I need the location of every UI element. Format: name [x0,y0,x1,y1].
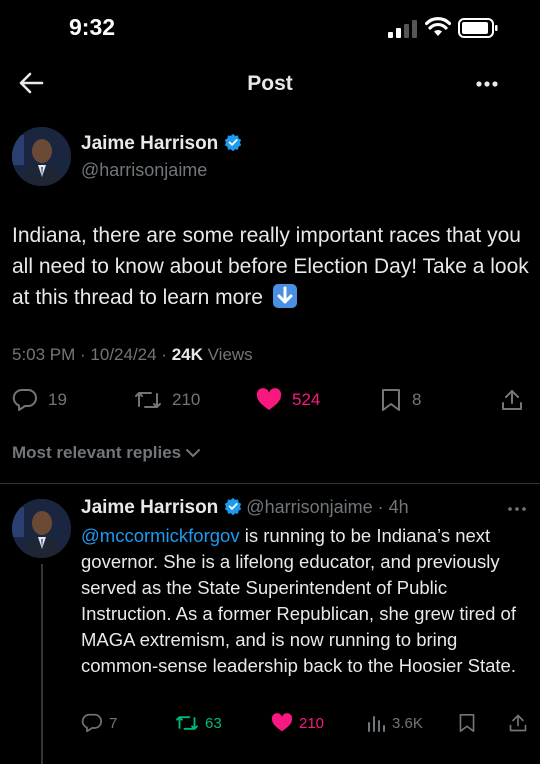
reply-age: 4h [388,497,409,517]
reply-icon [81,713,102,733]
replies-sort-label: Most relevant replies [12,443,182,462]
like-count: 524 [292,390,321,409]
heart-filled-icon [271,713,293,732]
reply-author-avatar[interactable] [12,499,71,558]
reply-repost-count: 63 [205,714,222,732]
author-handle[interactable]: @harrisonjaime [81,160,207,181]
share-button[interactable] [500,388,524,412]
repost-icon [176,716,198,730]
views-count: 24K [171,345,203,364]
reply-repost-button[interactable]: 63 [175,713,222,733]
verified-badge-icon [225,133,242,151]
replies-sort-dropdown[interactable]: Most relevant replies [12,443,201,463]
post-meta: 5:03 PM · 10/24/24 · 24K Views [12,345,253,364]
chevron-down-icon [186,449,201,457]
post-time: 5:03 PM [12,345,76,364]
repost-button[interactable]: 210 [134,388,200,412]
mention-link[interactable]: @mccormickforgov [81,525,240,546]
reply-bookmark-button[interactable] [458,713,476,733]
views-label: Views [207,345,253,364]
bookmark-count: 8 [412,390,422,409]
verified-badge-icon [225,497,242,515]
reply-author-name[interactable]: Jaime Harrison [81,497,218,518]
reply-like-button[interactable]: 210 [271,713,324,733]
share-icon [509,714,527,732]
post-body-text: Indiana, there are some really important… [12,224,529,309]
reply-icon [12,388,37,411]
reply-button[interactable]: 19 [12,388,67,412]
reply-share-button[interactable] [508,713,528,733]
thread-connector-line [41,564,43,764]
down-arrow-emoji-icon [272,284,297,308]
more-options-icon[interactable] [472,72,502,96]
bookmark-button[interactable]: 8 [380,388,421,412]
analytics-icon [368,716,385,732]
cellular-signal-icon [388,20,417,38]
reply-views-button[interactable]: 3.6K [366,713,423,733]
reply-more-options-icon[interactable] [505,502,529,516]
author-name[interactable]: Jaime Harrison [81,133,242,155]
reply-count: 19 [48,390,67,409]
reply-header: Jaime Harrison @harrisonjaime · 4h [81,497,409,518]
avatar-portrait-icon [12,127,71,186]
repost-count: 210 [172,390,201,409]
reply-reply-count: 7 [109,714,118,732]
reply-body-text: is running to be Indiana’s next governor… [81,525,516,676]
author-avatar[interactable] [12,127,71,186]
reply-reply-button[interactable]: 7 [81,713,117,733]
post-text: Indiana, there are some really important… [12,220,532,313]
wifi-icon [425,17,451,36]
page-title: Post [247,72,293,95]
divider [0,483,540,484]
repost-icon [135,392,161,408]
avatar-portrait-icon [12,499,71,558]
post-date: 10/24/24 [90,345,157,364]
author-name-text: Jaime Harrison [81,133,219,154]
heart-filled-icon [256,388,282,410]
reply-author-handle[interactable]: @harrisonjaime [246,497,372,517]
battery-icon [458,18,498,38]
reply-like-count: 210 [299,714,325,732]
status-time: 9:32 [69,14,116,40]
share-icon [502,390,522,410]
bookmark-icon [459,713,475,732]
reply-views-count: 3.6K [392,714,423,732]
bookmark-icon [382,389,400,411]
reply-text: @mccormickforgov is running to be Indian… [81,523,531,679]
like-button[interactable]: 524 [256,388,320,412]
